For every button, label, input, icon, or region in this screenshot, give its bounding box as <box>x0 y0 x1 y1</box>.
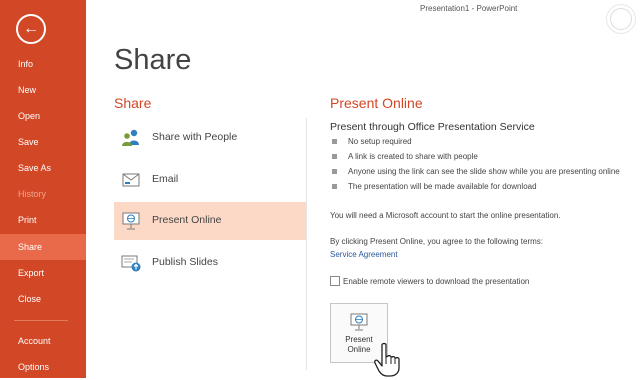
share-option-label: Present Online <box>152 214 222 226</box>
present-subheading: Present through Office Presentation Serv… <box>330 121 535 133</box>
nav-item-share[interactable]: Share <box>0 234 86 260</box>
list-item-text: No setup required <box>348 137 412 146</box>
nav-item-history: History <box>18 189 47 199</box>
list-item: No setup required <box>330 134 620 149</box>
checkbox-label: Enable remote viewers to download the pr… <box>343 277 530 286</box>
present-online-icon <box>122 212 140 230</box>
share-section-heading: Share <box>114 95 152 111</box>
list-item-text: A link is created to share with people <box>348 152 478 161</box>
share-option-share-with-people[interactable]: Share with People <box>114 119 306 157</box>
bullet-square-icon <box>332 154 337 159</box>
nav-item-account[interactable]: Account <box>0 328 86 354</box>
bullet-square-icon <box>332 139 337 144</box>
nav-item-options[interactable]: Options <box>0 354 86 380</box>
enable-download-checkbox[interactable] <box>330 276 340 286</box>
list-item: A link is created to share with people <box>330 149 620 164</box>
bullet-square-icon <box>332 169 337 174</box>
share-option-label: Email <box>152 173 179 185</box>
back-arrow-icon[interactable]: ← <box>16 14 46 44</box>
list-item: The presentation will be made available … <box>330 179 620 194</box>
share-option-present-online[interactable]: Present Online <box>114 202 306 240</box>
backstage-sidebar: ← Info New Open Save Save As History Pri… <box>0 0 86 378</box>
share-option-email[interactable]: Email <box>114 161 306 199</box>
nav-item-open[interactable]: Open <box>0 103 86 129</box>
decorative-circles-icon <box>610 8 632 30</box>
nav-item-info[interactable]: Info <box>0 51 86 77</box>
present-online-icon <box>350 313 368 331</box>
list-item-text: Anyone using the link can see the slide … <box>348 167 620 176</box>
publish-slides-icon <box>121 255 141 272</box>
vertical-divider <box>306 118 307 370</box>
service-agreement-link[interactable]: Service Agreement <box>330 250 398 259</box>
share-option-label: Publish Slides <box>152 256 218 268</box>
terms-note: By clicking Present Online, you agree to… <box>330 237 543 246</box>
email-icon <box>122 173 140 187</box>
feature-list: No setup required A link is created to s… <box>330 134 620 194</box>
nav-item-save-as[interactable]: Save As <box>0 155 86 181</box>
list-item-text: The presentation will be made available … <box>348 182 537 191</box>
hand-cursor-icon <box>374 342 400 377</box>
nav-item-print[interactable]: Print <box>0 207 86 233</box>
nav-item-save[interactable]: Save <box>0 129 86 155</box>
nav-item-export[interactable]: Export <box>0 260 86 286</box>
nav-separator <box>14 320 68 321</box>
share-option-label: Share with People <box>152 131 238 143</box>
list-item: Anyone using the link can see the slide … <box>330 164 620 179</box>
share-option-publish-slides[interactable]: Publish Slides <box>114 244 306 282</box>
bullet-square-icon <box>332 184 337 189</box>
nav-item-new[interactable]: New <box>0 77 86 103</box>
people-icon <box>122 129 139 146</box>
nav-item-close[interactable]: Close <box>0 286 86 312</box>
present-online-heading: Present Online <box>330 95 423 111</box>
account-note: You will need a Microsoft account to sta… <box>330 211 561 220</box>
page-title: Share <box>114 44 192 76</box>
window-title: Presentation1 - PowerPoint <box>420 4 518 13</box>
